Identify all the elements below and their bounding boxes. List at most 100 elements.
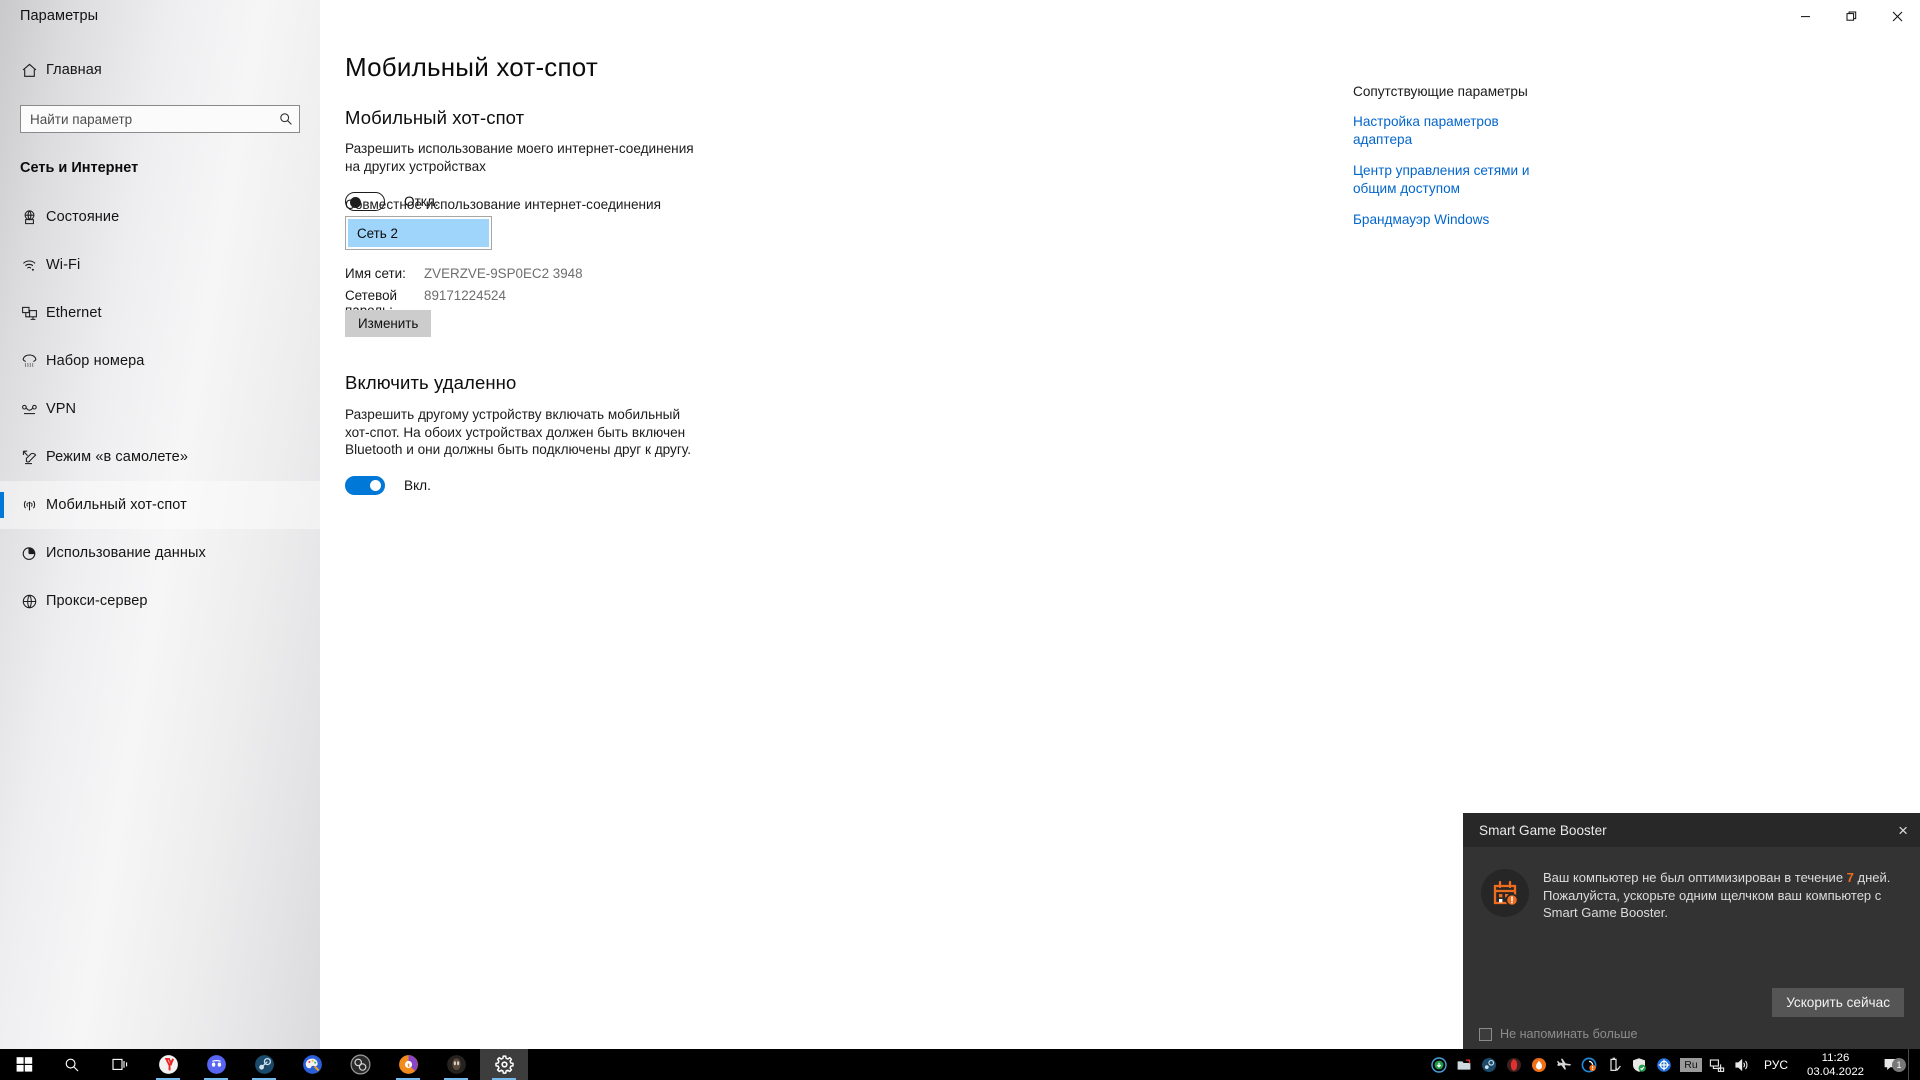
dont-remind-label: Не напоминать больше [1500,1027,1638,1041]
taskbar-items [0,1049,528,1080]
notification-message: Ваш компьютер не был оптимизирован в теч… [1543,869,1902,922]
hotspot-section-heading: Мобильный хот-спот [345,107,525,128]
network-status-icon [12,209,46,226]
smart-game-booster-notification: Smart Game Booster × Ваш компьютер не бы… [1463,813,1920,1049]
notification-header: Smart Game Booster × [1463,813,1920,847]
sidebar-item-proxy[interactable]: Прокси-сервер [0,577,320,625]
tray-airplane-icon[interactable] [1552,1057,1577,1073]
notification-message-before: Ваш компьютер не был оптимизирован в теч… [1543,870,1847,885]
sidebar-item-dialup-label: Набор номера [46,353,145,369]
edit-button[interactable]: Изменить [345,310,432,337]
clock-time: 11:26 [1821,1051,1850,1064]
tray-updater-icon[interactable] [1427,1056,1452,1073]
notification-body: Ваш компьютер не был оптимизирован в теч… [1463,847,1920,922]
taskbar-steam[interactable] [240,1049,288,1080]
sidebar-item-vpn[interactable]: VPN [0,385,320,433]
search-button[interactable] [48,1049,96,1080]
hotspot-description: Разрешить использование моего интернет-с… [345,141,694,174]
ethernet-icon [12,305,46,322]
taskbar-discord[interactable] [192,1049,240,1080]
tray-usb-eject-icon[interactable] [1602,1057,1627,1073]
boost-now-button[interactable]: Ускорить сейчас [1772,988,1904,1017]
clock-date: 03.04.2022 [1806,1065,1864,1078]
dialup-icon [12,353,46,370]
hotspot-icon [12,497,46,514]
tray-language-indicator[interactable]: РУС [1755,1058,1797,1072]
tray-flame-icon[interactable] [1527,1057,1552,1073]
tray-driver-alert-icon[interactable] [1577,1057,1602,1073]
taskbar-paint[interactable] [288,1049,336,1080]
remote-toggle-row: Вкл. [345,475,725,495]
taskbar-yandex-browser[interactable] [144,1049,192,1080]
page-title: Мобильный хот-спот [345,52,598,82]
related-link-windows-firewall[interactable]: Брандмауэр Windows [1353,211,1543,229]
close-icon[interactable]: × [1898,822,1908,839]
search-container [20,105,300,133]
tray-speaker-icon[interactable] [1730,1057,1755,1073]
taskbar-game-app[interactable] [432,1049,480,1080]
share-connection-listbox[interactable]: Сеть 2 [345,216,492,250]
dont-remind-checkbox[interactable] [1479,1027,1492,1041]
related-link-network-sharing-center[interactable]: Центр управления сетями и общим доступом [1353,162,1543,197]
restore-button[interactable] [1828,0,1874,32]
airplane-icon [12,449,46,466]
related-settings: Сопутствующие параметры Настройка параме… [1353,84,1603,229]
wifi-icon [12,257,46,274]
sidebar-item-airplane[interactable]: Режим «в самолете» [0,433,320,481]
tray-network-icon[interactable] [1705,1057,1730,1073]
minimize-button[interactable] [1782,0,1828,32]
network-name-value: ZVERZVE-9SP0EC2 3948 [424,266,583,281]
share-connection-option[interactable]: Сеть 2 [348,219,489,247]
taskbar-clock[interactable]: 11:26 03.04.2022 [1797,1051,1874,1079]
remote-toggle-label: Вкл. [404,477,431,493]
sidebar-group-title: Сеть и Интернет [20,160,139,176]
task-view-button[interactable] [96,1049,144,1080]
remote-description: Разрешить другому устройству включать мо… [345,407,692,458]
app-title: Параметры [20,8,99,24]
notification-days-count: 7 [1846,870,1854,885]
tray-sync-icon[interactable] [1652,1057,1677,1073]
tray-opera-icon[interactable] [1502,1057,1527,1073]
sidebar-item-dialup[interactable]: Набор номера [0,337,320,385]
tray-ru-layout-icon[interactable]: Ru [1677,1057,1705,1072]
network-name-row: Имя сети: ZVERZVE-9SP0EC2 3948 [345,266,583,281]
notification-title: Smart Game Booster [1479,822,1607,838]
sidebar-item-wifi[interactable]: Wi-Fi [0,241,320,289]
sidebar-item-mobile-hotspot[interactable]: Мобильный хот-спот [0,481,320,529]
sidebar-item-home-label: Главная [46,62,102,78]
tray-steam-icon[interactable] [1477,1057,1502,1073]
settings-sidebar: Параметры Главная Найти параметр Сеть и … [0,0,320,1049]
notification-center-button[interactable]: 1 [1874,1056,1908,1073]
dont-remind-row: Не напоминать больше [1479,1027,1638,1041]
show-desktop-button[interactable] [1908,1049,1916,1080]
network-name-key: Имя сети: [345,266,406,281]
sidebar-item-vpn-label: VPN [46,401,77,417]
close-button[interactable] [1874,0,1920,32]
share-connection-label: Совместное использование интернет-соедин… [345,197,662,212]
remote-section-heading: Включить удаленно [345,372,517,393]
network-password-value: 89171224524 [424,288,506,303]
start-button[interactable] [0,1049,48,1080]
taskbar-obs-studio[interactable] [336,1049,384,1080]
sidebar-item-home[interactable]: Главная [0,46,320,94]
sidebar-item-mobile-hotspot-label: Мобильный хот-спот [46,497,187,513]
sidebar-item-status-label: Состояние [46,209,120,225]
sidebar-item-status[interactable]: Состояние [0,193,320,241]
remote-toggle[interactable] [345,475,385,495]
taskbar-settings-app[interactable] [480,1049,528,1080]
sidebar-item-ethernet-label: Ethernet [46,305,102,321]
vpn-icon [12,401,46,418]
taskbar-browser[interactable] [384,1049,432,1080]
calendar-alert-icon [1481,869,1529,917]
search-icon [279,112,293,126]
search-box[interactable] [20,105,300,133]
search-input[interactable] [30,111,279,127]
sidebar-item-ethernet[interactable]: Ethernet [0,289,320,337]
notification-badge: 1 [1892,1058,1906,1072]
window-controls [1782,0,1920,32]
related-link-adapter-settings[interactable]: Настройка параметров адаптера [1353,113,1543,148]
tray-shield-check-icon[interactable] [1627,1057,1652,1073]
sidebar-item-data-usage[interactable]: Использование данных [0,529,320,577]
sidebar-item-proxy-label: Прокси-сервер [46,593,148,609]
tray-explorer-icon[interactable] [1452,1057,1477,1073]
